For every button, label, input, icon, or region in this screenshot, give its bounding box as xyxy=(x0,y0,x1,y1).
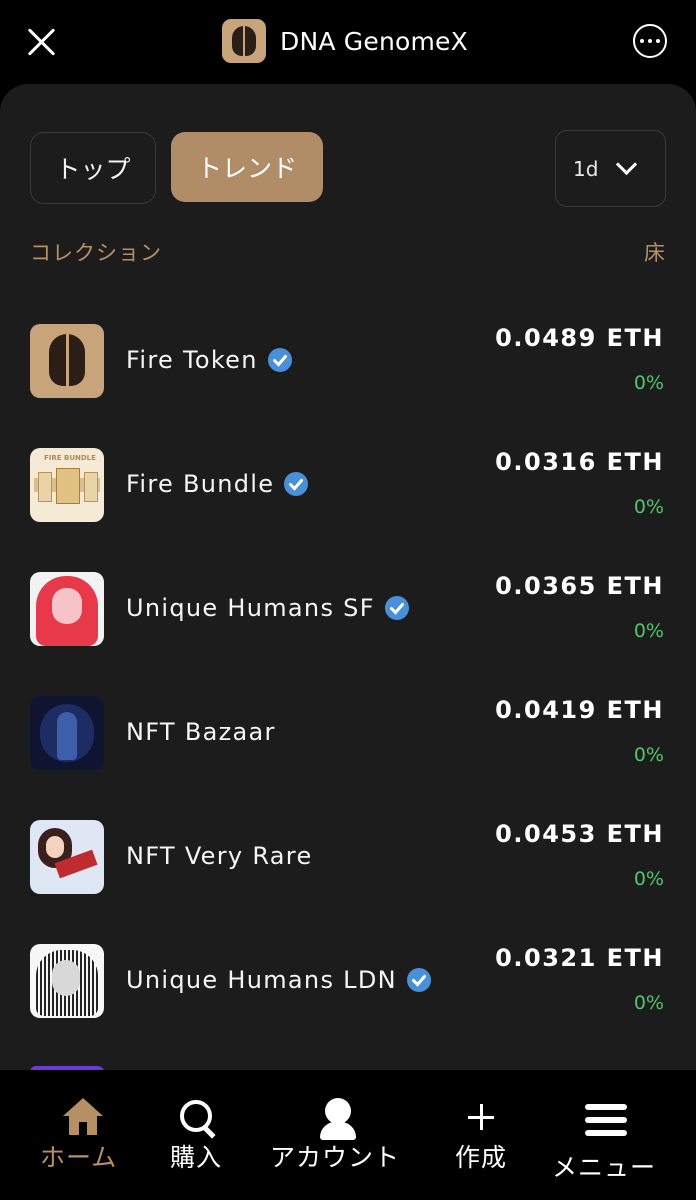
collection-row[interactable]: Unique Humans SF 0.0365 ETH 0% xyxy=(0,572,696,696)
price-change: 0% xyxy=(633,620,664,642)
floor-price: 0.0453 ETH xyxy=(495,820,664,848)
period-value: 1d xyxy=(573,156,599,181)
app-brand: DNA GenomeX xyxy=(222,18,468,64)
nav-home-label: ホーム xyxy=(40,1143,118,1172)
verified-badge-icon xyxy=(283,471,309,497)
price-change: 0% xyxy=(633,744,664,766)
floor-column-header: 床 xyxy=(644,241,665,265)
verified-badge-icon xyxy=(406,967,432,993)
collection-name: Unique Humans LDN xyxy=(126,966,432,994)
nav-account[interactable]: アカウント xyxy=(270,1070,408,1200)
verified-badge-icon xyxy=(267,347,293,373)
tab-trending[interactable]: トレンド xyxy=(171,132,323,202)
floor-price: 0.0316 ETH xyxy=(495,448,664,476)
price-change: 0% xyxy=(633,992,664,1014)
collection-row[interactable]: FIRE BUNDLE Fire Bundle 0.0316 ETH 0% xyxy=(0,448,696,572)
collection-thumbnail xyxy=(30,324,104,398)
nav-menu[interactable]: メニュー xyxy=(550,1070,660,1200)
top-bar: DNA GenomeX xyxy=(0,0,696,84)
user-icon xyxy=(325,1098,351,1124)
collection-column-header: コレクション xyxy=(30,241,162,265)
collection-name: Unique Humans SF xyxy=(126,594,410,622)
floor-price: 0.0419 ETH xyxy=(495,696,664,724)
period-select[interactable]: 1d xyxy=(555,130,666,207)
close-icon[interactable] xyxy=(26,26,58,58)
collection-thumbnail xyxy=(30,696,104,770)
app-title: DNA GenomeX xyxy=(280,26,468,56)
collection-row[interactable]: NFT Bazaar 0.0419 ETH 0% xyxy=(0,696,696,820)
collection-name: NFT Bazaar xyxy=(126,718,276,746)
verified-badge-icon xyxy=(384,595,410,621)
price-change: 0% xyxy=(633,868,664,890)
more-options-icon[interactable] xyxy=(633,24,667,58)
nav-buy[interactable]: 購入 xyxy=(168,1070,228,1200)
chevron-down-icon xyxy=(615,153,638,176)
collection-name: Fire Token xyxy=(126,346,293,374)
collection-row[interactable]: Fire Token 0.0489 ETH 0% xyxy=(0,324,696,448)
nav-create-label: 作成 xyxy=(455,1143,508,1172)
collection-thumbnail xyxy=(30,820,104,894)
collection-row[interactable]: NFT Very Rare 0.0453 ETH 0% xyxy=(0,820,696,944)
home-icon xyxy=(63,1098,103,1116)
price-change: 0% xyxy=(633,496,664,518)
collection-name: Fire Bundle xyxy=(126,470,309,498)
collection-thumbnail xyxy=(30,572,104,646)
nav-menu-label: メニュー xyxy=(552,1153,657,1182)
collection-row[interactable]: Unique Humans LDN 0.0321 ETH 0% xyxy=(0,944,696,1068)
nav-account-label: アカウント xyxy=(270,1143,401,1172)
collections-panel: トップ トレンド 1d コレクション 床 Fire Token 0.0489 E… xyxy=(0,84,696,1070)
floor-price: 0.0321 ETH xyxy=(495,944,664,972)
collection-thumbnail: FIRE BUNDLE xyxy=(30,448,104,522)
menu-icon xyxy=(585,1104,627,1110)
app-logo xyxy=(222,19,266,63)
floor-price: 0.0489 ETH xyxy=(495,324,664,352)
collection-name: NFT Very Rare xyxy=(126,842,313,870)
floor-price: 0.0365 ETH xyxy=(495,572,664,600)
nav-create[interactable]: 作成 xyxy=(452,1070,512,1200)
price-change: 0% xyxy=(633,372,664,394)
nav-home[interactable]: ホーム xyxy=(40,1070,124,1200)
bottom-nav: ホーム 購入 アカウント 作成 メニュー xyxy=(0,1070,696,1200)
collection-thumbnail xyxy=(30,944,104,1018)
nav-buy-label: 購入 xyxy=(170,1143,223,1172)
tab-top[interactable]: トップ xyxy=(30,132,156,204)
